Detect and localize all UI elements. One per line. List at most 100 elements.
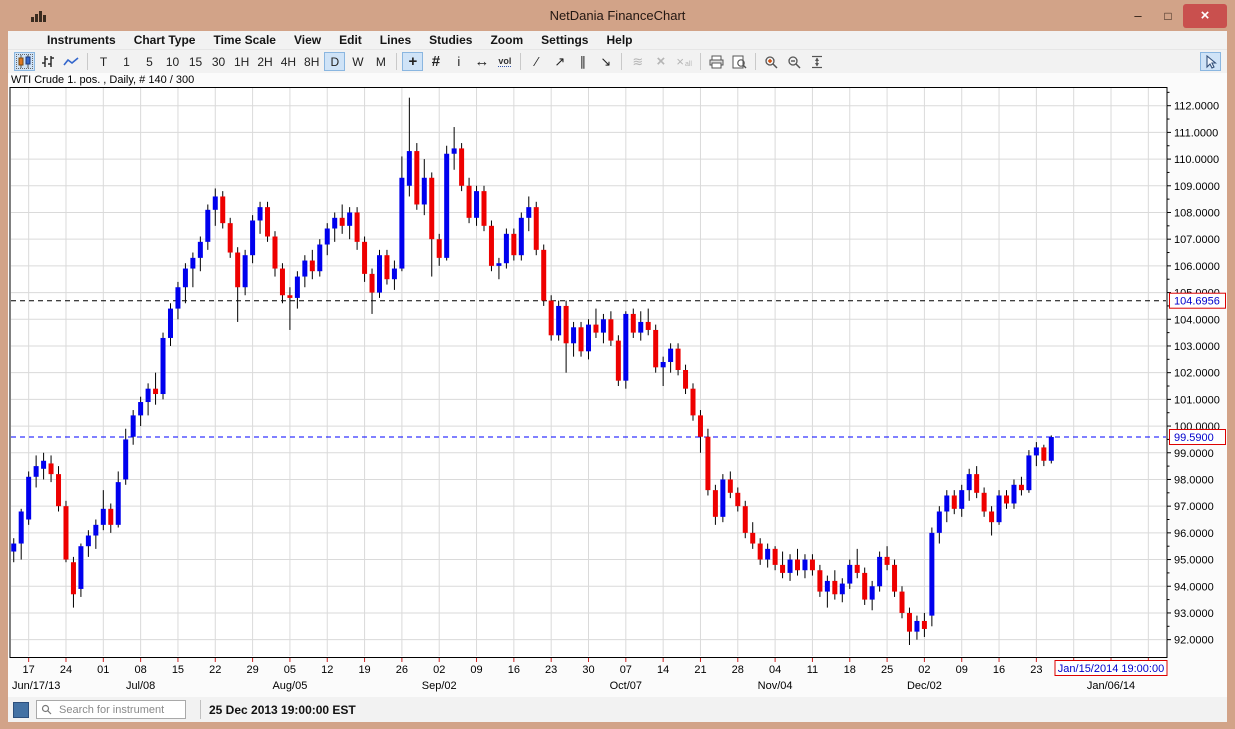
crosshair-tool-glyph: + — [408, 54, 417, 69]
candle-body — [101, 509, 106, 525]
candle-body — [190, 258, 195, 269]
timeframe-4h-button[interactable]: 4H — [278, 52, 299, 71]
timeframe-1h-button[interactable]: 1H — [231, 52, 252, 71]
parallel-channel-tool-glyph: ∥ — [580, 55, 587, 68]
price-tick-label: 104.0000 — [1174, 314, 1220, 326]
candle-body — [1026, 455, 1031, 490]
horizontal-scroll-tool-button[interactable]: ↔ — [471, 52, 492, 71]
date-tick-label: 25 — [881, 664, 893, 676]
candle-body — [817, 570, 822, 591]
search-box[interactable] — [36, 700, 186, 719]
timeframe-30min-button[interactable]: 30 — [208, 52, 229, 71]
candle-body — [422, 178, 427, 205]
menu-item-chart-type[interactable]: Chart Type — [125, 33, 205, 47]
candle-body — [997, 495, 1002, 522]
price-tick-label: 98.0000 — [1174, 474, 1214, 486]
menu-item-studies[interactable]: Studies — [420, 33, 481, 47]
candle-body — [601, 319, 606, 332]
candle-body — [175, 287, 180, 308]
timeframe-5min-button[interactable]: 5 — [139, 52, 160, 71]
candle-body — [668, 349, 673, 362]
timeframe-2h-button[interactable]: 2H — [254, 52, 275, 71]
date-tick-label: 07 — [620, 664, 632, 676]
menu-item-settings[interactable]: Settings — [532, 33, 597, 47]
timeframe-weekly-button[interactable]: W — [347, 52, 368, 71]
candle-body — [661, 362, 666, 367]
ray-tool-button[interactable]: ↗ — [549, 52, 570, 71]
arrow-annotation-tool-button[interactable]: ↘ — [595, 52, 616, 71]
delete-all-objects-button[interactable]: ×all — [673, 52, 695, 71]
toolbar-separator — [396, 53, 397, 70]
candle-body — [183, 269, 188, 288]
timeframe-1min-button[interactable]: 1 — [116, 52, 137, 71]
candle-body — [63, 506, 68, 559]
candle-body — [1019, 485, 1024, 490]
menu-item-zoom[interactable]: Zoom — [481, 33, 532, 47]
crosshair-tool-button[interactable]: + — [402, 52, 423, 71]
toolbar-separator — [755, 53, 756, 70]
print-icon[interactable] — [706, 52, 727, 71]
price-chart[interactable]: 112.0000111.0000110.0000109.0000108.0000… — [8, 87, 1227, 697]
price-tick-label: 107.0000 — [1174, 234, 1220, 246]
delete-object-glyph: × — [656, 54, 665, 69]
timeframe-5min-label: 5 — [146, 55, 153, 69]
menu-item-help[interactable]: Help — [597, 33, 641, 47]
candle-body — [989, 511, 994, 522]
candle-body — [146, 389, 151, 402]
maximize-button[interactable]: □ — [1153, 4, 1183, 28]
fit-vertical-glyph — [810, 55, 824, 69]
price-tick-label: 94.0000 — [1174, 581, 1214, 593]
zoom-out-icon[interactable] — [784, 52, 805, 71]
candle-body — [698, 415, 703, 436]
candle-body — [340, 218, 345, 226]
info-tool-button[interactable]: i — [448, 52, 469, 71]
candle-body — [705, 437, 710, 490]
timeframe-10min-button[interactable]: 10 — [162, 52, 183, 71]
timeframe-1min-label: 1 — [123, 55, 130, 69]
candle-body — [243, 255, 248, 287]
menu-item-lines[interactable]: Lines — [371, 33, 420, 47]
close-button[interactable]: × — [1183, 4, 1227, 28]
menu-item-view[interactable]: View — [285, 33, 330, 47]
zoom-in-icon[interactable] — [761, 52, 782, 71]
candle-body — [750, 533, 755, 544]
print-preview-icon[interactable] — [729, 52, 750, 71]
candle-body — [467, 186, 472, 218]
volume-toggle-button[interactable]: vol — [494, 52, 515, 71]
fit-vertical-icon[interactable] — [807, 52, 828, 71]
timeframe-tick-button[interactable]: T — [93, 52, 114, 71]
candlestick-chart-glyph — [17, 54, 32, 69]
timeframe-8h-label: 8H — [304, 55, 319, 69]
trendline-tool-button[interactable]: ∕ — [526, 52, 547, 71]
candle-body — [71, 562, 76, 594]
delete-object-button[interactable]: × — [650, 52, 671, 71]
window-controls: – □ × — [1123, 0, 1227, 31]
timeframe-8h-button[interactable]: 8H — [301, 52, 322, 71]
candle-body — [295, 277, 300, 298]
candle-body — [11, 544, 16, 552]
candle-body — [49, 463, 54, 474]
menu-item-edit[interactable]: Edit — [330, 33, 371, 47]
candlestick-chart-icon[interactable] — [14, 52, 35, 71]
angle-lines-tool-button[interactable]: ≋ — [627, 52, 648, 71]
candle-body — [541, 250, 546, 301]
candle-body — [885, 557, 890, 565]
minimize-button[interactable]: – — [1123, 4, 1153, 28]
timeframe-15min-button[interactable]: 15 — [185, 52, 206, 71]
candle-body — [608, 319, 613, 340]
candle-body — [623, 314, 628, 381]
parallel-channel-tool-button[interactable]: ∥ — [572, 52, 593, 71]
ohlc-bar-chart-icon[interactable] — [37, 52, 58, 71]
month-label: Jan/06/14 — [1087, 680, 1135, 692]
menu-item-instruments[interactable]: Instruments — [38, 33, 125, 47]
menu-item-time-scale[interactable]: Time Scale — [204, 33, 284, 47]
grid-toggle-button[interactable]: # — [425, 52, 446, 71]
timeframe-monthly-button[interactable]: M — [370, 52, 391, 71]
timeframe-daily-button[interactable]: D — [324, 52, 345, 71]
search-input[interactable] — [57, 703, 175, 717]
candle-body — [213, 196, 218, 209]
pointer-tool-icon[interactable] — [1200, 52, 1221, 71]
candle-body — [564, 306, 569, 343]
candle-body — [758, 544, 763, 560]
line-chart-icon[interactable] — [60, 52, 82, 71]
